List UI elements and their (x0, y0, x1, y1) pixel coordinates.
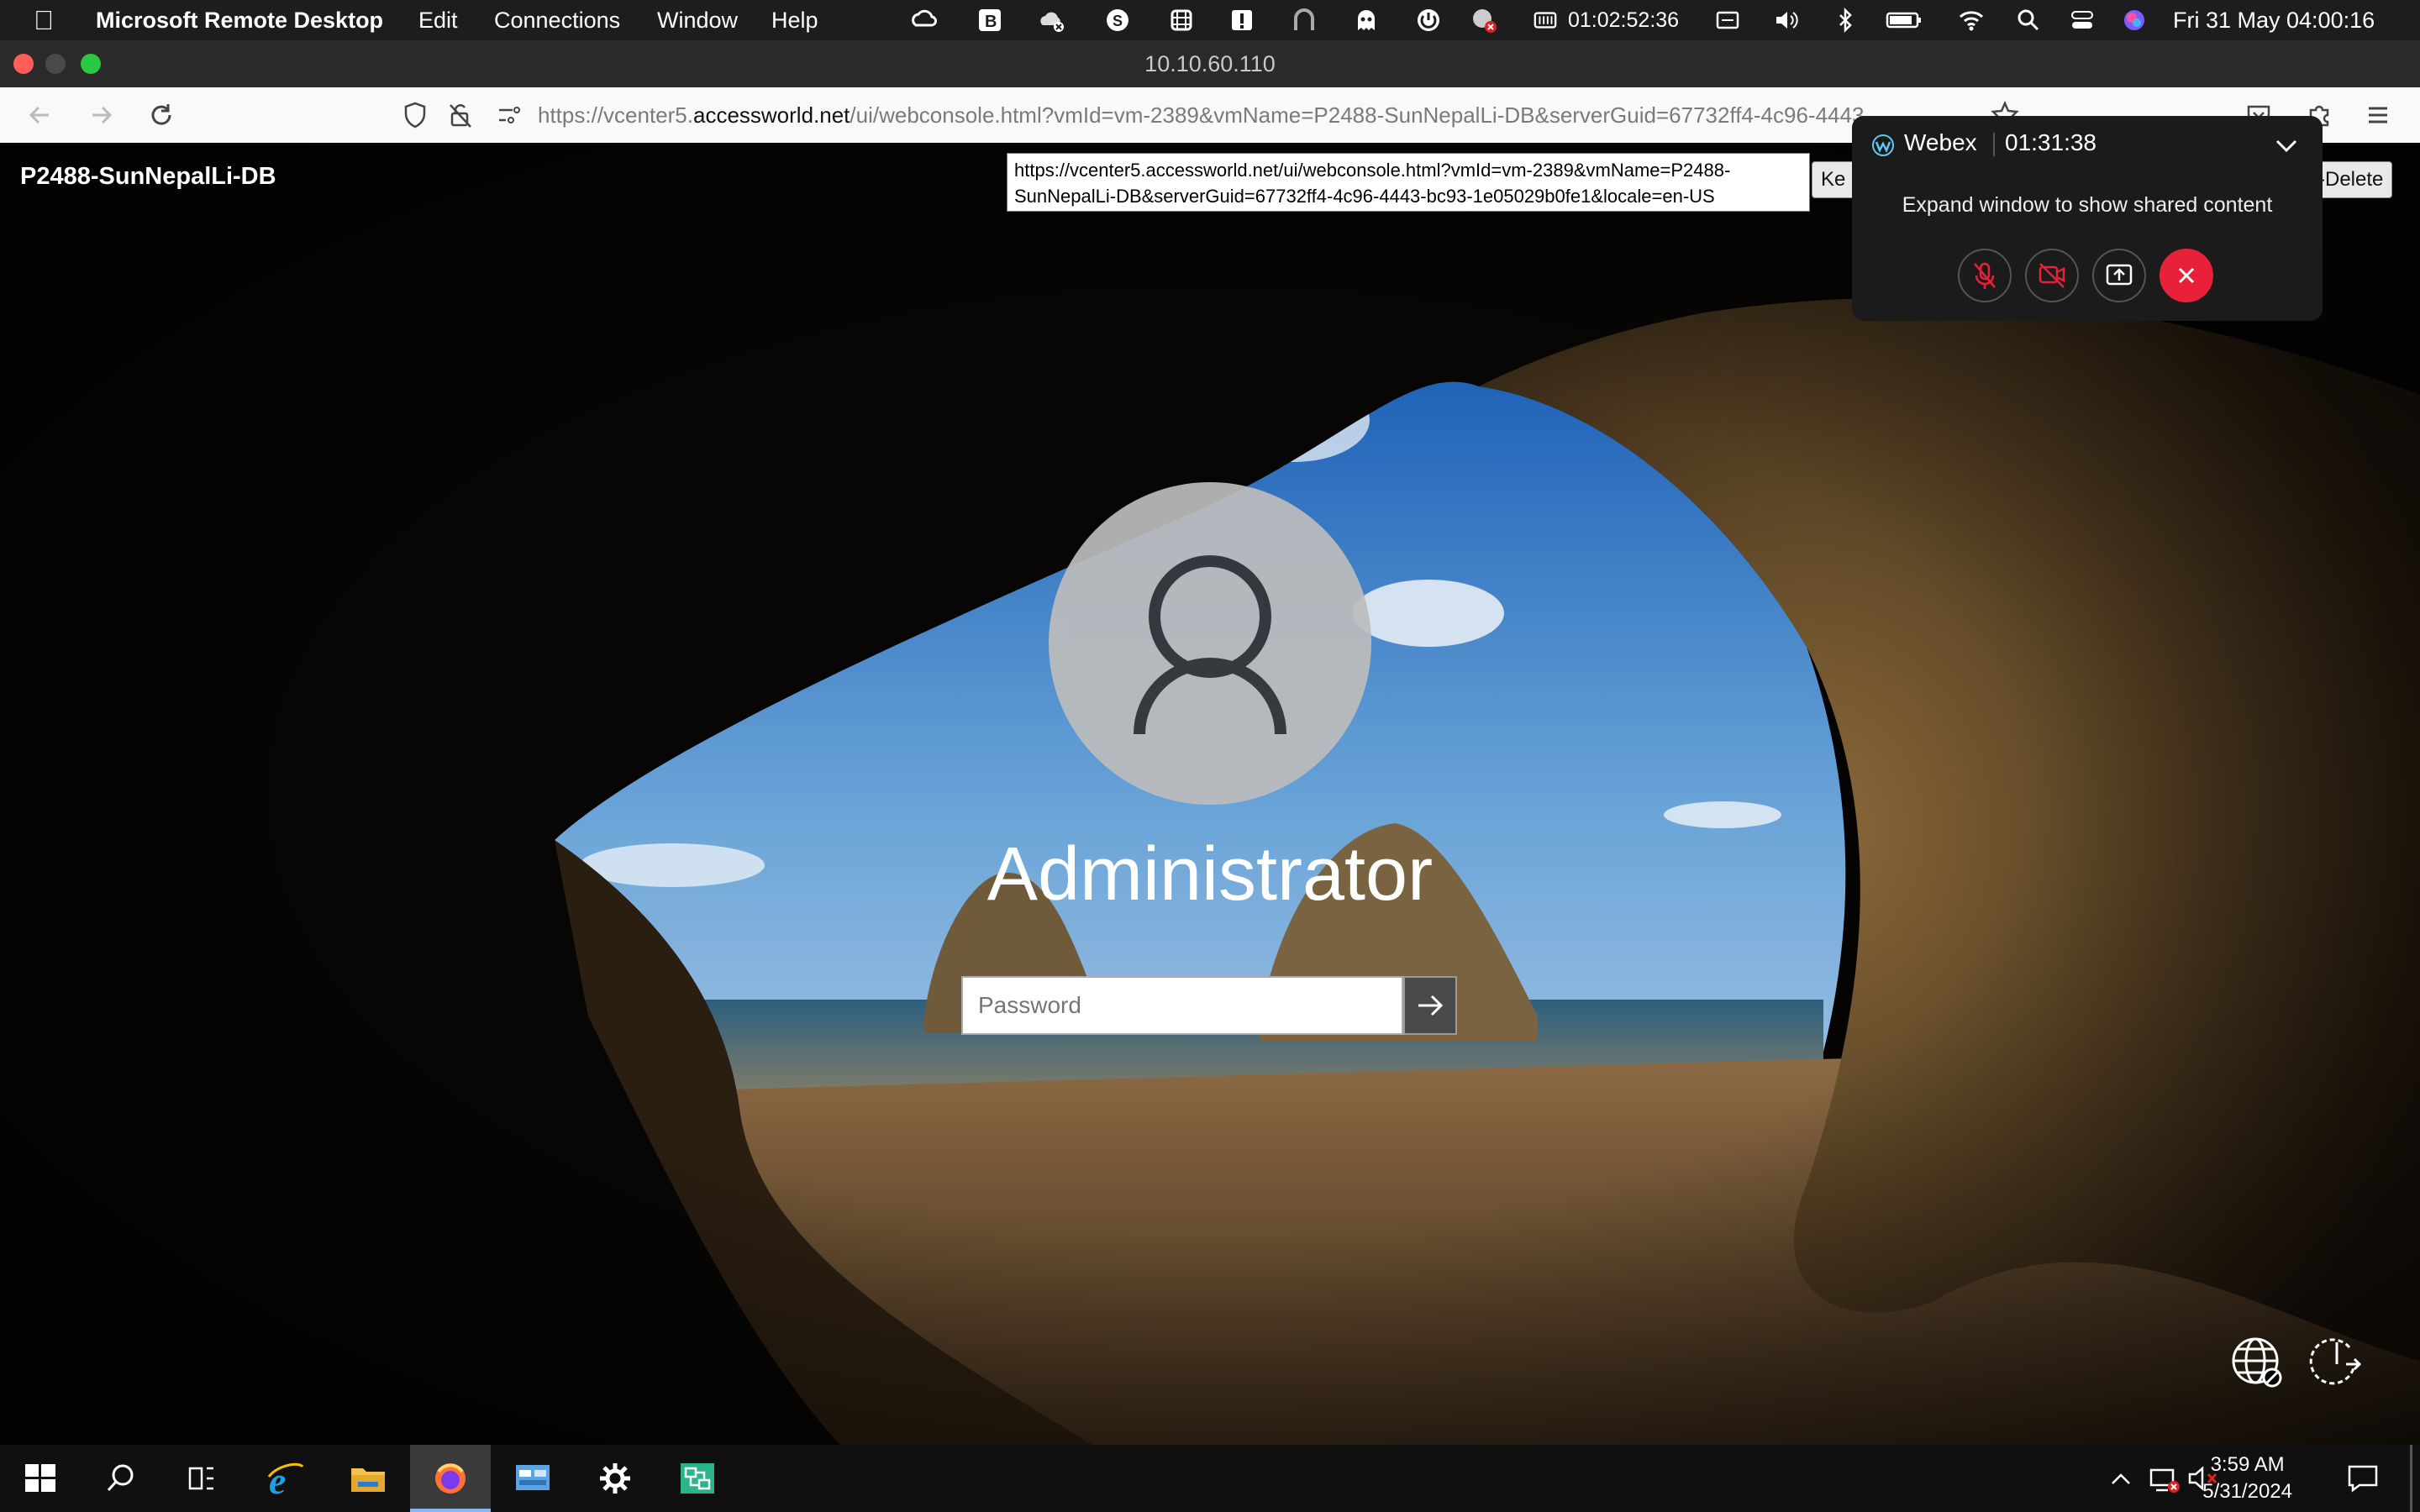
action-center-icon[interactable] (2346, 1462, 2380, 1495)
internet-explorer-button[interactable]: e (245, 1445, 326, 1512)
video-off-icon (2039, 263, 2065, 288)
ghost-icon[interactable] (1353, 7, 1380, 34)
share-button[interactable] (2092, 249, 2146, 302)
task-view-button[interactable] (161, 1445, 242, 1512)
start-button[interactable] (0, 1445, 81, 1512)
skype-icon[interactable]: S (1104, 7, 1131, 34)
window-title-bar: 10.10.60.110 (0, 40, 2420, 87)
user-avatar (1049, 482, 1371, 805)
reload-icon[interactable] (146, 100, 176, 130)
svg-text:B: B (985, 13, 997, 31)
close-window-button[interactable] (13, 54, 34, 74)
settings-button[interactable] (575, 1445, 655, 1512)
arrow-right-icon (1418, 995, 1444, 1016)
microphone-muted-icon (1974, 262, 1996, 289)
server-manager-icon (516, 1465, 550, 1490)
network-globe-icon[interactable] (2230, 1336, 2286, 1391)
folder-icon (351, 1468, 385, 1492)
taskbar-time: 3:59 AM (2210, 1453, 2285, 1476)
grid-app-icon[interactable] (1168, 7, 1195, 34)
battery-icon[interactable] (1886, 7, 1923, 34)
back-icon[interactable] (25, 100, 55, 130)
wifi-icon[interactable] (1958, 7, 1985, 34)
task-view-icon (188, 1467, 213, 1490)
taskbar-search-button[interactable] (81, 1445, 161, 1512)
windows-logo-icon (25, 1464, 55, 1492)
webex-divider (1993, 133, 1995, 156)
webex-brand: Webex (1904, 129, 1977, 155)
siri-icon[interactable] (2121, 7, 2148, 34)
taskbar-clock[interactable]: 3:59 AM 5/31/2024 (2202, 1452, 2292, 1505)
network-status-icon[interactable] (2148, 1462, 2181, 1495)
windows-taskbar: e 3:59 AM 5/31/2024 (0, 1445, 2420, 1512)
url-domain: accessworld.net (692, 102, 850, 128)
insecure-lock-icon[interactable] (445, 100, 476, 130)
webex-mini-window[interactable]: Webex 01:31:38 Expand window to show sha… (1852, 116, 2323, 321)
control-center-icon[interactable] (2069, 7, 2096, 34)
menu-window[interactable]: Window (657, 0, 738, 40)
webex-call-timer: 01:31:38 (2005, 129, 2096, 155)
password-input[interactable] (961, 976, 1403, 1035)
submit-button[interactable] (1403, 976, 1457, 1035)
bluetooth-icon[interactable] (1832, 7, 1859, 34)
power-options-icon[interactable] (2309, 1336, 2365, 1391)
timer-icon (1534, 12, 1557, 29)
vm-name-label: P2488-SunNepalLi-DB (20, 163, 276, 190)
url-path: /ui/webconsole.html?vmId=vm-2389&vmName=… (850, 102, 1865, 128)
mac-menu-bar:  Microsoft Remote Desktop Edit Connecti… (0, 0, 2420, 40)
search-icon (107, 1464, 134, 1492)
user-name: Administrator (986, 832, 1434, 916)
forward-icon[interactable] (86, 100, 116, 130)
menu-edit[interactable]: Edit (418, 0, 458, 40)
svg-text:S: S (1113, 13, 1123, 29)
server-manager-button[interactable] (492, 1445, 573, 1512)
network-app-icon (681, 1463, 714, 1494)
power-icon[interactable] (1415, 7, 1442, 34)
permissions-icon[interactable] (494, 100, 524, 130)
gear-icon (600, 1463, 630, 1494)
status-timer: 01:02:52:36 (1568, 8, 1680, 32)
app-menu-icon[interactable] (2363, 100, 2393, 130)
chevron-up-icon[interactable] (2106, 1465, 2136, 1492)
webex-logo-icon (1872, 134, 1894, 156)
volume-icon[interactable] (1773, 7, 1800, 34)
arch-icon[interactable] (1291, 7, 1318, 34)
end-call-button[interactable] (2160, 249, 2213, 302)
tracking-protection-icon[interactable] (400, 100, 430, 130)
user-silhouette-icon (1134, 555, 1286, 735)
minimize-window-button[interactable] (45, 54, 66, 74)
webex-message: Expand window to show shared content (1902, 193, 2273, 217)
network-app-button[interactable] (657, 1445, 738, 1512)
show-desktop-button[interactable] (2410, 1445, 2412, 1512)
cloud-sync-icon[interactable] (1039, 7, 1065, 34)
spotlight-search-icon[interactable] (2015, 7, 2042, 34)
window-title: 10.10.60.110 (1144, 51, 1276, 76)
menu-help[interactable]: Help (771, 0, 818, 40)
url-tooltip: https://vcenter5.accessworld.net/ui/webc… (1007, 153, 1810, 212)
firefox-button[interactable] (410, 1445, 491, 1512)
share-screen-icon (2106, 264, 2133, 286)
keyboard-input-icon[interactable] (1714, 7, 1741, 34)
vpn-status-icon[interactable] (1470, 7, 1497, 34)
b-app-icon[interactable]: B (976, 7, 1003, 34)
vm-console[interactable]: P2488-SunNepalLi-DB Ke -Delete https://v… (0, 143, 2420, 1445)
fullscreen-window-button[interactable] (81, 54, 101, 74)
chevron-down-icon[interactable] (2272, 133, 2301, 158)
internet-explorer-icon: e (267, 1460, 304, 1497)
unmute-button[interactable] (1958, 249, 2012, 302)
creative-cloud-icon[interactable] (911, 7, 938, 34)
start-video-button[interactable] (2025, 249, 2079, 302)
alert-icon[interactable] (1228, 7, 1255, 34)
taskbar-date: 5/31/2024 (2202, 1480, 2292, 1503)
apple-icon[interactable]:  (34, 0, 54, 40)
menu-connections[interactable]: Connections (494, 0, 620, 40)
url-prefix: https://vcenter5. (538, 102, 693, 128)
url-bar[interactable]: https://vcenter5.accessworld.net/ui/webc… (538, 87, 1966, 143)
firefox-icon (435, 1463, 466, 1494)
file-explorer-button[interactable] (328, 1445, 408, 1512)
menubar-clock[interactable]: Fri 31 May 04:00:16 (2173, 0, 2375, 40)
app-menu[interactable]: Microsoft Remote Desktop (96, 0, 383, 40)
close-icon (2178, 267, 2195, 284)
